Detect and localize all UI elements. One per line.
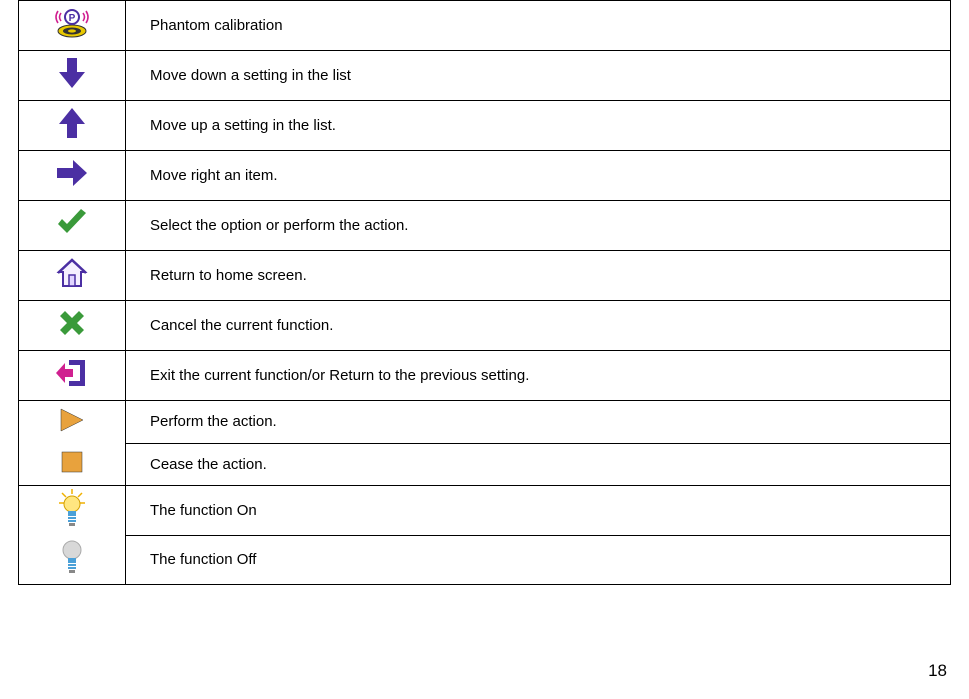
play-icon [57,406,87,439]
table-row: Cancel the current function. [19,301,951,351]
row-description: Perform the action. [150,413,277,430]
bulb-on-icon [58,489,86,532]
cancel-x-icon [57,308,87,343]
table-row: Cease the action. [19,443,951,486]
row-description: The function Off [150,551,256,568]
table-row: Return to home screen. [19,251,951,301]
row-description: Select the option or perform the action. [150,217,408,234]
row-description: Phantom calibration [150,17,283,34]
exit-icon [55,357,89,394]
icon-legend-table: P Phantom calibration Move down a settin… [18,0,951,585]
row-description: Cancel the current function. [150,317,333,334]
table-row: Move up a setting in the list. [19,101,951,151]
checkmark-icon [55,208,89,243]
table-row: Move right an item. [19,151,951,201]
stop-icon [60,450,84,479]
row-description: The function On [150,502,257,519]
table-row: The function Off [19,535,951,585]
row-description: Return to home screen. [150,267,307,284]
arrow-up-icon [57,106,87,145]
phantom-calibration-icon: P [54,7,90,44]
table-row: Perform the action. [19,401,951,444]
table-row: The function On [19,486,951,536]
row-description: Move right an item. [150,167,278,184]
arrow-down-icon [57,56,87,95]
table-row: Select the option or perform the action. [19,201,951,251]
arrow-right-icon [55,158,89,193]
svg-text:P: P [69,13,76,24]
row-description: Move down a setting in the list [150,67,351,84]
table-row: P Phantom calibration [19,1,951,51]
table-row: Move down a setting in the list [19,51,951,101]
row-description: Exit the current function/or Return to t… [150,367,529,384]
row-description: Move up a setting in the list. [150,117,336,134]
page-number: 18 [928,661,947,681]
table-row: Exit the current function/or Return to t… [19,351,951,401]
bulb-off-icon [60,539,84,580]
row-description: Cease the action. [150,456,267,473]
home-icon [56,257,88,294]
